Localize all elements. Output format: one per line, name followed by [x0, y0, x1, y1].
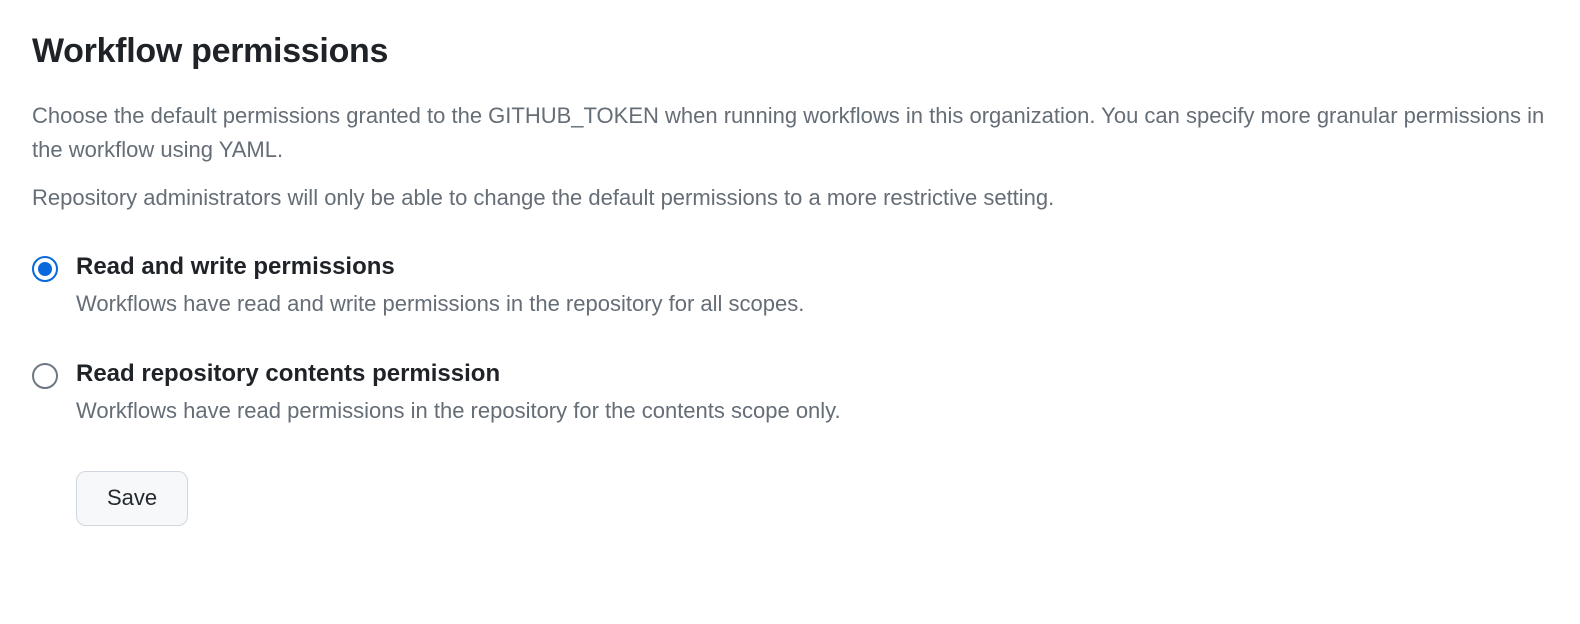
radio-option-read-only: Read repository contents permission Work…	[32, 360, 1548, 427]
permissions-radio-group: Read and write permissions Workflows hav…	[32, 253, 1548, 427]
save-button[interactable]: Save	[76, 471, 188, 526]
radio-description-read-only: Workflows have read permissions in the r…	[76, 394, 1548, 427]
radio-label-read-only[interactable]: Read repository contents permission	[76, 360, 1548, 388]
radio-label-read-write[interactable]: Read and write permissions	[76, 253, 1548, 281]
radio-description-read-write: Workflows have read and write permission…	[76, 287, 1548, 320]
radio-read-only[interactable]	[32, 363, 58, 389]
radio-read-write[interactable]	[32, 256, 58, 282]
section-description-1: Choose the default permissions granted t…	[32, 99, 1548, 167]
radio-option-read-write: Read and write permissions Workflows hav…	[32, 253, 1548, 320]
radio-dot-icon	[38, 262, 52, 276]
section-description-2: Repository administrators will only be a…	[32, 181, 1548, 215]
section-title: Workflow permissions	[32, 32, 1548, 71]
